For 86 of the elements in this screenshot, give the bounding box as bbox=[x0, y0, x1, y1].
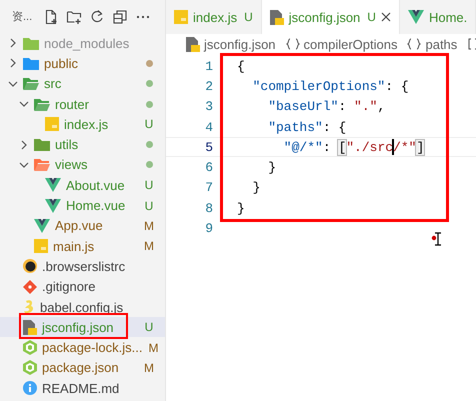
git-status-label: M bbox=[143, 239, 155, 254]
vue-icon bbox=[45, 178, 61, 192]
tree-item[interactable]: node_modules bbox=[0, 33, 165, 54]
tree-item[interactable]: babel.config.js bbox=[0, 296, 165, 318]
braces-icon bbox=[286, 38, 300, 50]
tree-item[interactable]: router bbox=[0, 94, 165, 114]
line-number: 9 bbox=[204, 221, 213, 236]
code-line: "baseUrl": ".", bbox=[267, 99, 386, 114]
vue-icon bbox=[408, 10, 424, 24]
config-file-icon bbox=[186, 36, 200, 52]
chevron-icon[interactable] bbox=[8, 78, 18, 89]
js-file-icon bbox=[45, 117, 59, 132]
new-folder-icon[interactable] bbox=[66, 8, 82, 24]
line-number: 5 bbox=[204, 140, 213, 155]
git-status-label: U bbox=[144, 117, 154, 132]
editor-tab[interactable]: Home. bbox=[400, 0, 476, 34]
line-number: 1 bbox=[204, 58, 213, 74]
js-file-icon bbox=[34, 239, 48, 254]
tree-item[interactable]: .browserslistrc bbox=[0, 256, 165, 277]
vue-icon bbox=[45, 198, 61, 213]
editor-tab[interactable]: jsconfig.json U bbox=[262, 0, 400, 34]
git-status-label: M bbox=[143, 360, 155, 375]
tree-item[interactable]: .gitignore bbox=[0, 276, 165, 297]
babel-icon bbox=[23, 300, 35, 314]
tree-item[interactable]: About.vue U bbox=[0, 175, 165, 196]
info-icon bbox=[23, 381, 37, 396]
breadcrumb-item[interactable]: jsconfig.json bbox=[186, 36, 276, 52]
chevron-icon[interactable] bbox=[8, 58, 18, 68]
code-line: } bbox=[252, 180, 260, 196]
code-line: "paths": { bbox=[267, 120, 346, 135]
line-number: 8 bbox=[204, 200, 213, 216]
open-folder-icon bbox=[34, 158, 50, 172]
braces-icon bbox=[407, 38, 422, 50]
breadcrumb-item[interactable]: compilerOptions bbox=[286, 36, 398, 52]
tree-item[interactable]: public bbox=[0, 53, 165, 74]
vue-icon bbox=[34, 218, 50, 233]
node-icon bbox=[23, 340, 37, 356]
tree-item[interactable]: views bbox=[0, 154, 165, 176]
browserslist-icon bbox=[23, 259, 37, 274]
line-number: 4 bbox=[204, 120, 213, 135]
line-number: 6 bbox=[204, 160, 213, 176]
collapse-all-icon[interactable] bbox=[112, 8, 128, 24]
git-status-label: U bbox=[144, 178, 154, 192]
tree-item[interactable]: App.vue M bbox=[0, 216, 165, 236]
tree-item[interactable]: main.js M bbox=[0, 236, 165, 256]
git-status-label: M bbox=[147, 340, 160, 355]
config-file-icon bbox=[23, 320, 37, 335]
folder-icon bbox=[23, 56, 39, 70]
new-file-icon[interactable] bbox=[43, 8, 59, 24]
chevron-icon[interactable] bbox=[8, 38, 18, 48]
tree-item[interactable]: utils bbox=[0, 134, 165, 155]
js-file-icon bbox=[174, 10, 188, 24]
git-status-label: U bbox=[144, 198, 154, 213]
chevron-icon[interactable] bbox=[19, 140, 29, 150]
code-line: "compilerOptions": { bbox=[252, 78, 409, 94]
tree-item[interactable]: Home.vue U bbox=[0, 195, 165, 216]
config-file-icon bbox=[270, 10, 284, 24]
node-icon bbox=[23, 360, 37, 376]
editor-tab[interactable]: index.js U bbox=[166, 0, 262, 34]
explorer-title: 资... bbox=[12, 10, 34, 24]
code-line: } bbox=[267, 160, 276, 176]
line-number: 3 bbox=[204, 99, 213, 114]
git-status-label: U bbox=[144, 320, 154, 334]
breadcrumb-item[interactable]: paths bbox=[407, 36, 458, 52]
text-cursor bbox=[392, 139, 394, 156]
git-status-label: M bbox=[143, 218, 155, 233]
text-cursor-icon bbox=[431, 232, 442, 246]
chevron-icon[interactable] bbox=[19, 99, 29, 110]
git-icon bbox=[23, 280, 37, 294]
open-folder-icon bbox=[34, 98, 50, 111]
code-line: { bbox=[237, 58, 245, 74]
line-number: 7 bbox=[204, 180, 213, 196]
tree-item[interactable]: src bbox=[0, 74, 165, 94]
code-line: "@/*": ["./src/*"] bbox=[282, 139, 424, 156]
tree-item[interactable]: README.md bbox=[0, 378, 165, 398]
code-line: } bbox=[237, 200, 245, 216]
tree-item[interactable]: index.js U bbox=[0, 114, 165, 134]
folder-icon bbox=[23, 36, 39, 50]
tree-item[interactable]: package-lock.js... M bbox=[0, 337, 165, 358]
close-icon[interactable] bbox=[380, 12, 391, 22]
line-number: 2 bbox=[204, 78, 213, 94]
open-folder-icon bbox=[23, 77, 39, 90]
refresh-icon[interactable] bbox=[89, 8, 105, 24]
chevron-icon[interactable] bbox=[19, 160, 29, 170]
tree-item[interactable]: package.json M bbox=[0, 358, 165, 378]
folder-icon bbox=[34, 138, 50, 152]
